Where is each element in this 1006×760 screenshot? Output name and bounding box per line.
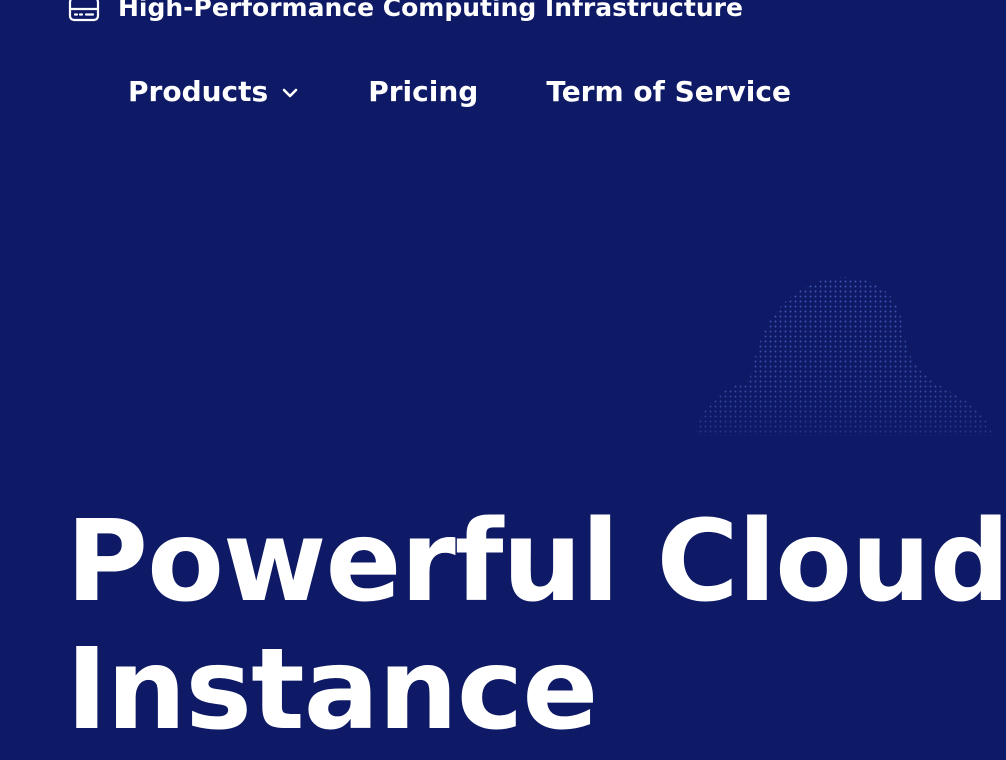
chevron-down-icon	[282, 88, 298, 98]
hero-title-line: Instance	[66, 625, 598, 755]
nav-item-pricing[interactable]: Pricing	[368, 72, 478, 112]
brand-header[interactable]: High-Performance Computing Infrastructur…	[68, 0, 743, 24]
nav-item-products[interactable]: Products	[128, 72, 300, 112]
nav-item-label: Products	[128, 75, 269, 108]
page: High-Performance Computing Infrastructur…	[0, 0, 1006, 760]
server-icon	[68, 0, 100, 22]
main-nav: Products Pricing Term of Service	[128, 72, 791, 112]
nav-item-label: Term of Service	[546, 75, 791, 108]
hero-title-line: Powerful Cloud	[66, 497, 1006, 627]
dotted-cloud-decoration	[695, 276, 992, 436]
hero-title: Powerful Cloud Instance	[66, 498, 1006, 754]
brand-title: High-Performance Computing Infrastructur…	[118, 0, 743, 22]
nav-item-label: Pricing	[368, 75, 479, 108]
nav-item-term-of-service[interactable]: Term of Service	[546, 72, 791, 112]
